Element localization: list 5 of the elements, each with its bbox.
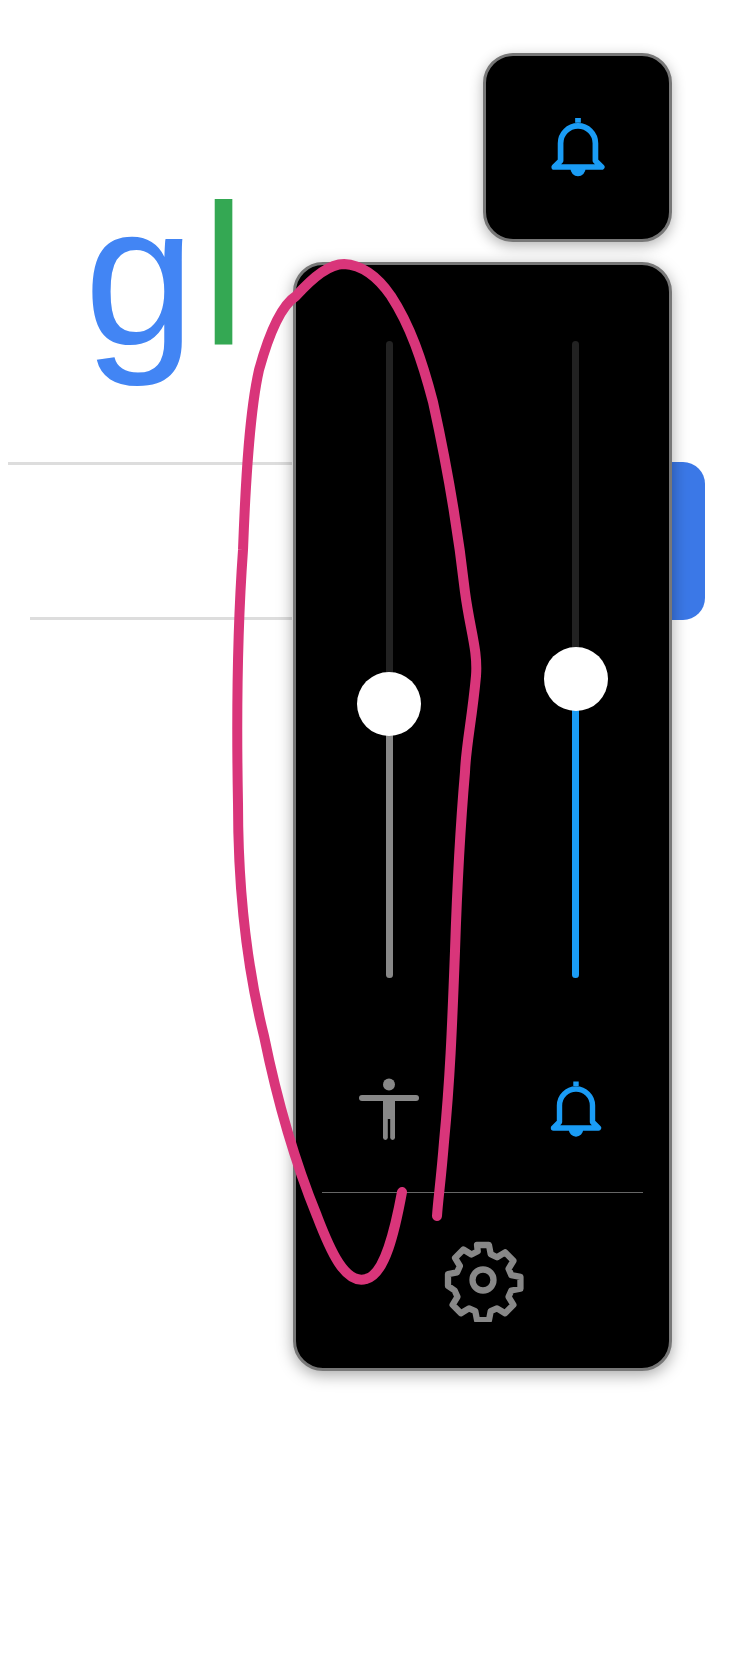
logo: gl — [84, 162, 252, 388]
volume-slider[interactable] — [357, 341, 422, 978]
ringer-mode-button[interactable] — [483, 53, 672, 242]
volume-slider[interactable] — [543, 341, 608, 978]
search-button[interactable] — [672, 462, 705, 620]
